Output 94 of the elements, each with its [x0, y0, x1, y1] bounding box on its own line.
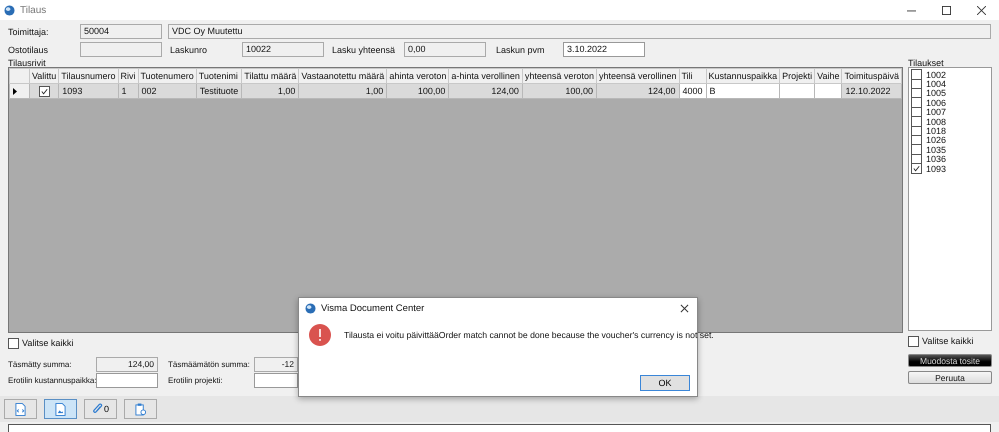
column-header[interactable]: Valittu	[29, 68, 59, 84]
checkbox-label: Valitse kaikki	[22, 338, 74, 348]
close-icon[interactable]	[977, 6, 986, 14]
globe-icon	[4, 4, 15, 16]
table-cell: 002	[138, 84, 196, 98]
supplier-name-field[interactable]: VDC Oy Muutettu	[168, 24, 991, 39]
checkbox[interactable]	[911, 97, 922, 108]
table-cell: 12.10.2022	[842, 84, 902, 98]
globe-icon	[305, 302, 316, 314]
image-document-icon	[55, 402, 66, 416]
checkbox[interactable]	[8, 338, 19, 348]
paperclip-icon	[92, 402, 103, 416]
checkbox-label: 1005	[926, 88, 946, 98]
matched-sum-field[interactable]: 124,00	[96, 357, 158, 372]
checkbox[interactable]	[911, 163, 922, 174]
column-header[interactable]: ahinta veroton	[386, 68, 449, 84]
column-header[interactable]: Vaihe	[814, 68, 842, 84]
table-cell: 100,00	[522, 84, 596, 98]
checkbox[interactable]	[911, 69, 922, 80]
column-header[interactable]: Kustannuspaikka	[706, 68, 780, 84]
field-label: Laskun pvm	[495, 44, 546, 54]
checkbox-label: 1008	[926, 116, 946, 127]
close-icon[interactable]	[680, 304, 689, 312]
checkbox-label: 1026	[926, 135, 946, 146]
ok-button[interactable]: OK	[640, 375, 690, 391]
table-cell[interactable]	[814, 84, 842, 98]
field-label: Erotilin kustannuspaikka:	[8, 376, 96, 385]
column-header[interactable]: Tilattu määrä	[242, 68, 299, 84]
checkbox-label: 1093	[926, 164, 946, 174]
row-header[interactable]	[10, 84, 30, 98]
error-icon	[309, 324, 331, 346]
column-header[interactable]: Vastaanotettu määrä	[298, 68, 387, 84]
field-label: Lasku yhteensä	[331, 44, 396, 54]
checkbox[interactable]	[38, 86, 50, 97]
clipboard-icon	[135, 402, 146, 416]
invoice-date-field[interactable]: 3.10.2022	[563, 42, 645, 57]
error-message: Tilausta ei voitu päivittääOrder match cannot be done because the voucher's currency is not set.	[344, 330, 714, 340]
section-label: Tilausrivit	[8, 59, 47, 67]
section-label: Tilaukset	[908, 59, 945, 67]
table-cell[interactable]: B	[706, 84, 780, 98]
table-cell[interactable]: 4000	[679, 84, 706, 98]
column-header[interactable]: Rivi	[118, 68, 138, 84]
attachments-button[interactable]: 0	[84, 399, 117, 419]
checkbox-label: 1035	[926, 144, 946, 155]
field-label: Erotilin projekti:	[167, 376, 224, 385]
table-cell[interactable]	[780, 84, 815, 98]
table-cell: Testituote	[196, 84, 242, 98]
maximize-icon[interactable]	[942, 6, 951, 14]
table-cell: 124,00	[448, 84, 522, 98]
dialog-title: Visma Document Center	[321, 302, 424, 314]
field-label: Ostotilaus	[8, 44, 50, 54]
cost-center-field[interactable]	[96, 373, 158, 388]
column-header[interactable]: Tuotenumero	[138, 68, 196, 84]
column-header[interactable]: a-hinta verollinen	[448, 68, 522, 84]
table-cell: 100,00	[386, 84, 449, 98]
table-cell: 1093	[58, 84, 118, 98]
checkbox[interactable]	[908, 336, 919, 346]
xml-file-button[interactable]	[4, 399, 37, 419]
create-voucher-button[interactable]: Muodosta tosite	[908, 354, 992, 367]
field-label: Laskunro	[169, 44, 208, 54]
field-label: Täsmätty summa:	[8, 360, 73, 369]
column-header[interactable]: Toimituspäivä	[842, 68, 902, 84]
column-header[interactable]: Tuotenimi	[196, 68, 242, 84]
current-row-icon	[13, 88, 17, 94]
clipboard-button[interactable]	[124, 399, 157, 419]
checkbox-label: 1002	[926, 70, 946, 80]
field-label: Toimittaja:	[8, 26, 50, 36]
column-header[interactable]: Tilausnumero	[58, 68, 118, 84]
checkbox-label: 1006	[926, 98, 946, 108]
code-document-icon	[15, 402, 26, 416]
window-title: Tilaus	[20, 4, 46, 16]
invoice-total-field[interactable]: 0,00	[404, 42, 486, 57]
checkbox[interactable]	[911, 144, 922, 156]
project-field[interactable]	[254, 373, 298, 388]
checkbox-label: 1018	[926, 126, 946, 136]
column-header[interactable]: yhteensä verollinen	[596, 68, 680, 84]
image-file-button[interactable]	[44, 399, 77, 419]
checkbox-label: 1004	[926, 79, 946, 90]
column-header[interactable]: Projekti	[780, 68, 815, 84]
column-header[interactable]: Tili	[679, 68, 706, 84]
checkbox-label: Valitse kaikki	[922, 336, 974, 346]
supplier-code-field[interactable]: 50004	[80, 24, 162, 39]
purchase-order-field[interactable]	[80, 42, 162, 57]
checkbox[interactable]	[911, 116, 922, 128]
cancel-button[interactable]: Peruuta	[908, 371, 992, 384]
table-cell: 124,00	[596, 84, 680, 98]
table-cell: 1,00	[242, 84, 299, 98]
table-cell: 1,00	[298, 84, 387, 98]
unmatched-sum-field[interactable]: -12	[254, 357, 298, 372]
invoice-number-field[interactable]: 10022	[242, 42, 324, 57]
checkbox-label: 1007	[926, 107, 946, 118]
field-label: Täsmäämätön summa:	[167, 360, 251, 369]
checkbox-label: 1036	[926, 154, 946, 164]
column-header[interactable]: yhteensä veroton	[522, 68, 596, 84]
